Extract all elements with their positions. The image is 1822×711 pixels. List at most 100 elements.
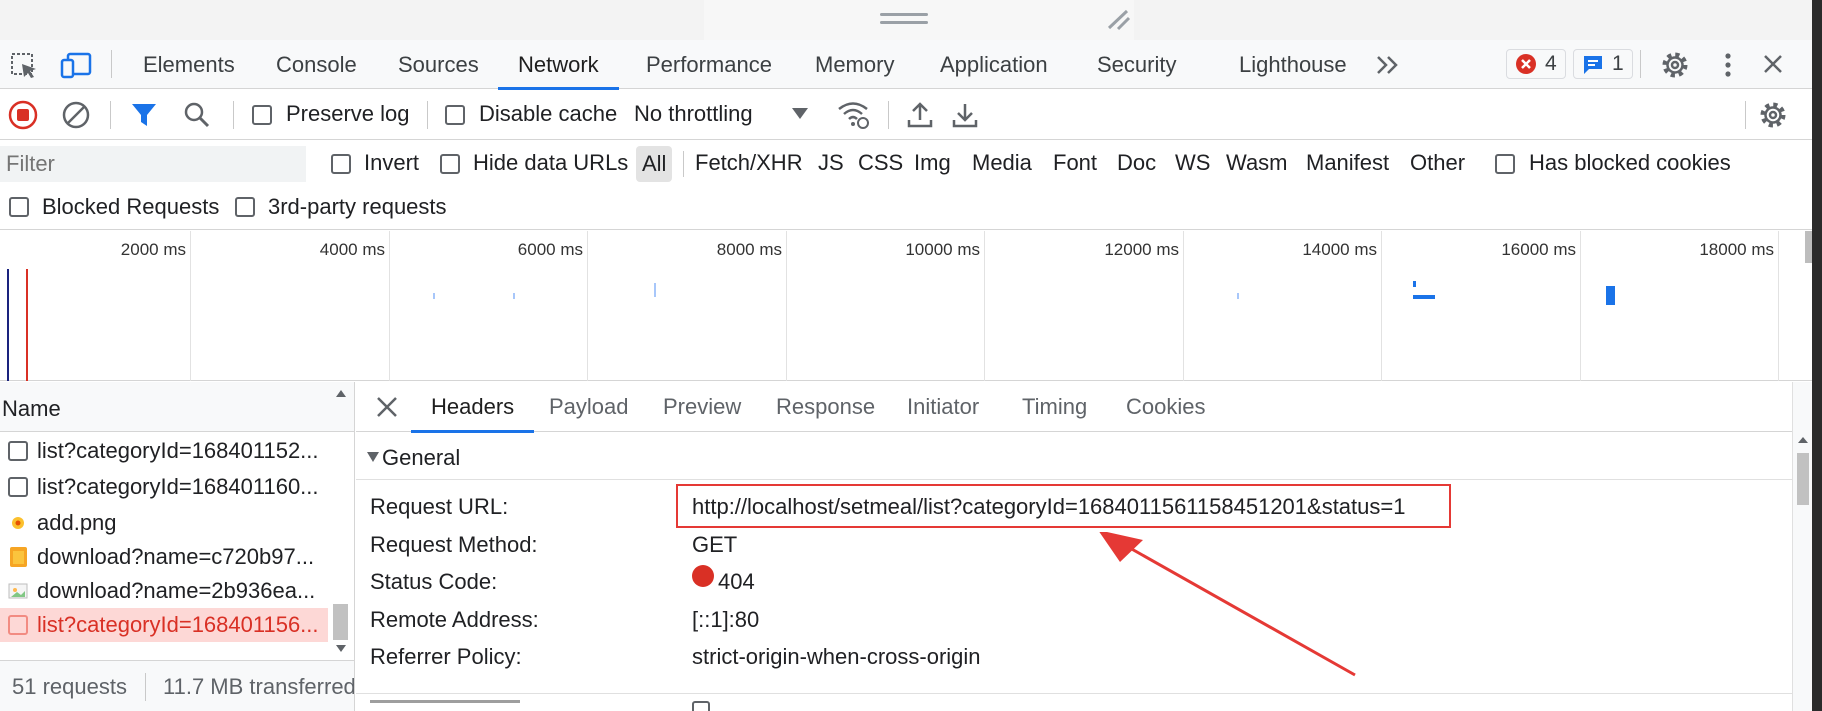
type-filter-ws[interactable]: WS	[1175, 150, 1210, 176]
inspect-element-icon[interactable]	[10, 52, 38, 80]
tab-payload[interactable]: Payload	[547, 382, 631, 432]
network-conditions-icon[interactable]	[836, 100, 870, 130]
tab-headers[interactable]: Headers	[410, 382, 535, 433]
request-row[interactable]: list?categoryId=168401152...	[0, 434, 328, 468]
name-column-header[interactable]: Name	[2, 396, 61, 422]
close-devtools-icon[interactable]	[1761, 52, 1785, 76]
type-filter-css[interactable]: CSS	[858, 150, 903, 176]
request-method-value[interactable]: GET	[692, 532, 737, 558]
tab-console[interactable]: Console	[256, 40, 377, 89]
raw-checkbox[interactable]	[692, 701, 710, 711]
type-filter-wasm[interactable]: Wasm	[1226, 150, 1288, 176]
close-details-icon[interactable]	[376, 396, 398, 418]
scroll-up-arrow-icon[interactable]	[335, 388, 347, 398]
section-title-cutoff	[370, 700, 520, 703]
status-code-value[interactable]: 404	[718, 569, 755, 595]
request-list-scroll-thumb[interactable]	[333, 604, 348, 640]
request-bar	[433, 293, 435, 299]
type-filter-font[interactable]: Font	[1053, 150, 1097, 176]
export-har-icon[interactable]	[951, 100, 979, 130]
network-settings-gear-icon[interactable]	[1758, 100, 1788, 130]
request-row[interactable]: download?name=2b936ea...	[0, 574, 328, 608]
load-event-marker	[26, 269, 28, 381]
toolbar-separator-4	[888, 101, 889, 129]
transferred-size: 11.7 MB transferred	[163, 674, 354, 699]
type-filter-js[interactable]: JS	[818, 150, 844, 176]
type-filter-manifest[interactable]: Manifest	[1306, 150, 1389, 176]
tab-memory[interactable]: Memory	[795, 40, 914, 89]
general-section-header[interactable]: General	[356, 433, 1792, 480]
tab-preview[interactable]: Preview	[661, 382, 743, 432]
has-blocked-cookies-checkbox[interactable]	[1495, 154, 1515, 174]
hide-data-urls-label[interactable]: Hide data URLs	[473, 150, 628, 176]
preserve-log-checkbox[interactable]	[252, 105, 272, 125]
disable-cache-label[interactable]: Disable cache	[479, 101, 617, 127]
type-filter-doc[interactable]: Doc	[1117, 150, 1156, 176]
clear-log-icon[interactable]	[61, 100, 91, 130]
collapse-triangle-icon[interactable]	[366, 451, 380, 463]
search-icon[interactable]	[183, 101, 211, 129]
tab-initiator[interactable]: Initiator	[905, 382, 981, 432]
tab-elements[interactable]: Elements	[123, 40, 255, 89]
stop-recording-icon[interactable]	[8, 100, 38, 130]
has-blocked-cookies-label[interactable]: Has blocked cookies	[1529, 150, 1731, 176]
blocked-requests-checkbox[interactable]	[9, 197, 29, 217]
timeline-overview[interactable]: 2000 ms 4000 ms 6000 ms 8000 ms 10000 ms 1200…	[0, 231, 1812, 381]
timeline-gridline	[587, 231, 588, 381]
referrer-policy-value[interactable]: strict-origin-when-cross-origin	[692, 644, 981, 670]
request-method-key: Request Method:	[370, 532, 538, 557]
drag-handle-line-2[interactable]	[880, 21, 928, 24]
tab-cookies[interactable]: Cookies	[1124, 382, 1207, 432]
scroll-down-arrow-icon[interactable]	[335, 644, 347, 654]
preserve-log-label[interactable]: Preserve log	[286, 101, 410, 127]
type-filter-all[interactable]: All	[636, 146, 673, 182]
request-bar	[1413, 295, 1435, 299]
chevron-down-icon[interactable]	[791, 107, 809, 121]
more-tabs-chevron-icon[interactable]	[1374, 52, 1402, 78]
tab-application[interactable]: Application	[920, 40, 1068, 89]
import-har-icon[interactable]	[906, 100, 934, 130]
timeline-gridline	[984, 231, 985, 381]
type-filter-other[interactable]: Other	[1410, 150, 1465, 176]
settings-gear-icon[interactable]	[1660, 50, 1690, 80]
tab-lighthouse[interactable]: Lighthouse	[1219, 40, 1367, 89]
filter-funnel-icon[interactable]	[131, 102, 157, 128]
details-scroll-thumb[interactable]	[1797, 453, 1809, 505]
request-row[interactable]: download?name=c720b97...	[0, 540, 328, 574]
invert-label[interactable]: Invert	[364, 150, 419, 176]
request-bar	[1606, 286, 1615, 305]
tab-timing[interactable]: Timing	[1020, 382, 1089, 432]
request-row[interactable]: list?categoryId=168401160...	[0, 470, 328, 504]
type-filter-media[interactable]: Media	[972, 150, 1032, 176]
request-row-error[interactable]: list?categoryId=168401156...	[0, 608, 328, 642]
filter-input[interactable]	[0, 146, 306, 182]
request-url-value[interactable]: http://localhost/setmeal/list?categoryId…	[692, 494, 1405, 520]
devtools-drag-bar[interactable]	[0, 0, 1812, 40]
tab-sources[interactable]: Sources	[378, 40, 499, 89]
more-options-icon[interactable]	[1716, 51, 1740, 79]
drag-handle-line-1[interactable]	[880, 13, 928, 16]
resize-grip-icon[interactable]	[1106, 8, 1132, 32]
message-count-badge[interactable]: 1	[1573, 49, 1633, 79]
hide-data-urls-checkbox[interactable]	[440, 154, 460, 174]
filter-separator	[683, 151, 684, 177]
throttling-select[interactable]: No throttling	[634, 101, 753, 127]
tab-network[interactable]: Network	[498, 40, 619, 90]
details-scrollbar[interactable]	[1792, 382, 1812, 711]
request-row[interactable]: add.png	[0, 506, 328, 540]
error-count-badge[interactable]: 4	[1506, 49, 1566, 79]
tab-response[interactable]: Response	[774, 382, 877, 432]
blocked-requests-label[interactable]: Blocked Requests	[42, 194, 219, 220]
type-filter-img[interactable]: Img	[914, 150, 951, 176]
disable-cache-checkbox[interactable]	[445, 105, 465, 125]
tab-security[interactable]: Security	[1077, 40, 1196, 89]
remote-address-value[interactable]: [::1]:80	[692, 607, 759, 633]
overview-scroll-thumb[interactable]	[1805, 231, 1812, 263]
third-party-requests-checkbox[interactable]	[235, 197, 255, 217]
invert-checkbox[interactable]	[331, 154, 351, 174]
details-scroll-up-icon[interactable]	[1797, 436, 1809, 444]
type-filter-fetch-xhr[interactable]: Fetch/XHR	[695, 150, 803, 176]
third-party-requests-label[interactable]: 3rd-party requests	[268, 194, 447, 220]
device-toolbar-icon[interactable]	[60, 51, 92, 79]
tab-performance[interactable]: Performance	[626, 40, 792, 89]
